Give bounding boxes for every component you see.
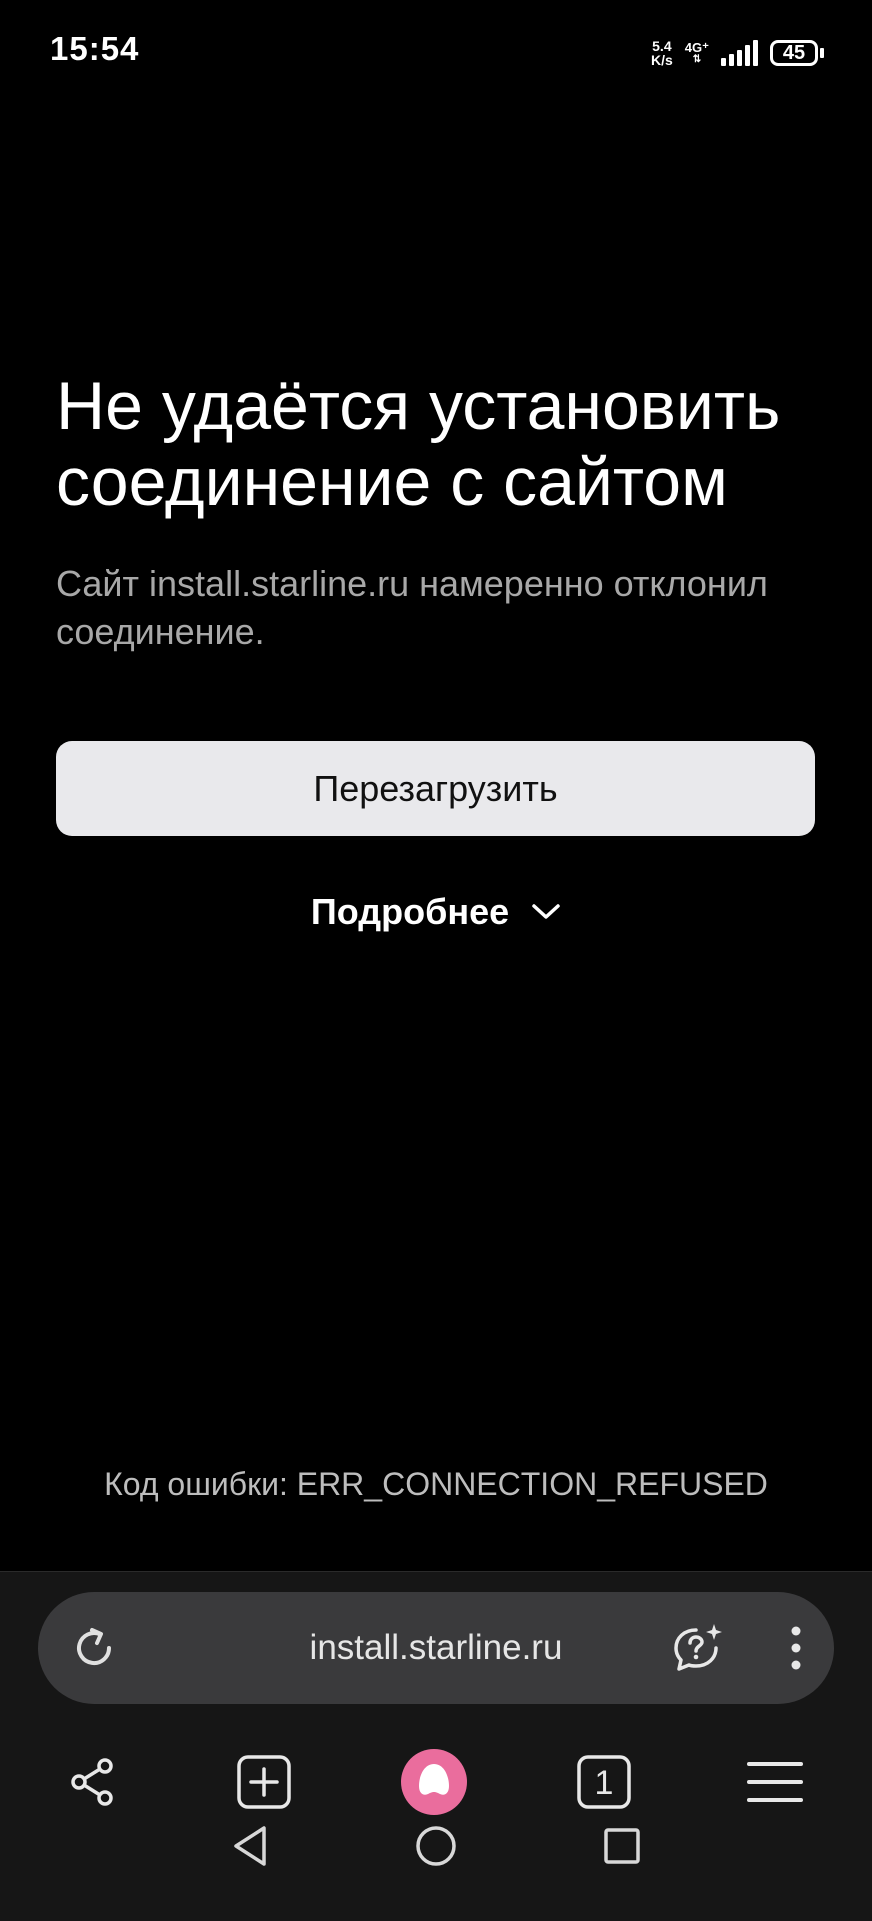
reload-button[interactable]: Перезагрузить — [56, 741, 815, 836]
details-label: Подробнее — [310, 891, 510, 932]
new-tab-icon — [237, 1755, 291, 1809]
more-vertical-icon[interactable] — [778, 1620, 814, 1676]
battery-icon: 45 — [770, 40, 824, 66]
chevron-down-icon — [532, 904, 560, 919]
network-speed: 5.4 K/s — [651, 39, 673, 67]
status-time: 15:54 — [50, 30, 140, 67]
status-indicators: 5.4 K/s 4G⁺ ⇅ 45 — [651, 36, 824, 70]
battery-level: 45 — [770, 40, 818, 66]
error-code: Код ошибки: ERR_CONNECTION_REFUSED — [104, 1466, 768, 1502]
share-icon — [71, 1758, 113, 1806]
reload-button-label: Перезагрузить — [313, 767, 558, 809]
network-type: 4G⁺ ⇅ — [685, 41, 709, 65]
home-circle-icon — [416, 1826, 456, 1866]
reload-icon[interactable] — [66, 1620, 122, 1676]
error-title: Не удаётся установить соединение с сайто… — [56, 368, 781, 520]
details-toggle[interactable]: Подробнее — [0, 880, 872, 944]
network-type-label: 4G⁺ — [684, 40, 709, 55]
signal-strength-icon — [721, 40, 758, 66]
ai-chat-icon[interactable] — [668, 1618, 728, 1678]
network-speed-value: 5.4 — [652, 38, 672, 54]
tabs-icon: 1 — [577, 1755, 631, 1809]
menu-button[interactable] — [730, 1742, 820, 1822]
browser-bottom-panel: install.starline.ru 1 — [0, 1571, 872, 1921]
error-description: Сайт install.starline.ru намеренно откло… — [56, 563, 768, 652]
address-bar[interactable]: install.starline.ru — [38, 1592, 834, 1704]
back-triangle-icon — [234, 1826, 266, 1866]
recents-square-icon — [604, 1828, 640, 1864]
status-bar: 15:54 5.4 K/s 4G⁺ ⇅ 45 — [0, 0, 872, 106]
data-arrows-icon: ⇅ — [692, 54, 702, 65]
nav-home-button[interactable] — [396, 1806, 476, 1886]
menu-icon — [747, 1762, 803, 1802]
nav-back-button[interactable] — [210, 1806, 290, 1886]
tabs-count: 1 — [595, 1764, 614, 1802]
network-speed-unit: K/s — [650, 52, 673, 68]
nav-recents-button[interactable] — [582, 1806, 662, 1886]
share-button[interactable] — [48, 1742, 138, 1822]
